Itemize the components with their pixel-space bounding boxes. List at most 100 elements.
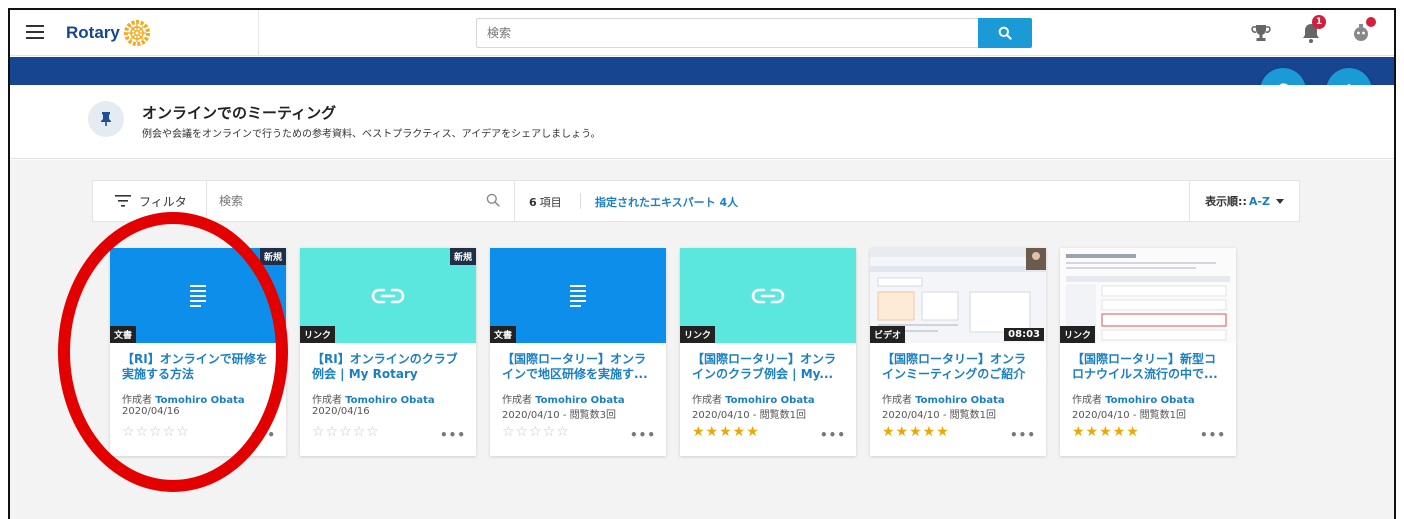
divider — [580, 193, 581, 209]
card-thumbnail[interactable]: ビデオ 08:03 — [870, 248, 1046, 343]
card-date: 2020/04/10 - 閲覧数1回 — [882, 410, 996, 421]
star-rating[interactable]: ★★★★★ — [1072, 424, 1140, 440]
video-duration: 08:03 — [1004, 328, 1044, 341]
status-dot — [1366, 17, 1376, 27]
card-date: 2020/04/10 - 閲覧数1回 — [1072, 410, 1186, 421]
experts-link[interactable]: 指定されたエキスパート 4人 — [595, 194, 738, 210]
more-options-icon[interactable]: ••• — [1200, 428, 1226, 442]
search-button[interactable] — [978, 18, 1032, 48]
card-date: 2020/04/16 — [122, 406, 180, 417]
group-title: オンラインでのミーティング — [142, 104, 337, 122]
document-icon — [190, 284, 206, 307]
filter-bar: フィルタ 6項目 指定されたエキスパート 4人 表示順:: A-Z — [92, 180, 1300, 222]
author-prefix: 作成者 — [502, 395, 532, 406]
type-tag: ビデオ — [870, 326, 906, 343]
card-author: 作成者 Tomohiro Obata — [882, 391, 1005, 406]
group-description: 例会や会議をオンラインで行うための参考資料、ベストプラクティス、アイデアをシェア… — [142, 129, 601, 140]
resource-card[interactable]: リンク 【国際ロータリー】新型コロナウイルス流行の中で... 作成者 Tomoh… — [1060, 248, 1236, 456]
group-banner — [10, 57, 1394, 85]
notification-badge: 1 — [1312, 15, 1326, 29]
star-rating[interactable]: ★★★★★ — [882, 424, 950, 440]
search-icon[interactable] — [486, 193, 500, 207]
filter-button[interactable]: フィルタ — [93, 181, 207, 221]
card-title[interactable]: 【国際ロータリー】オンラインミーティングのご紹介 — [882, 352, 1036, 382]
rotary-wheel-icon — [123, 20, 150, 46]
card-thumbnail[interactable]: 文書 — [490, 248, 666, 343]
card-date: 2020/04/10 - 閲覧数1回 — [692, 410, 806, 421]
author-prefix: 作成者 — [312, 395, 342, 406]
filter-label: フィルタ — [139, 194, 187, 209]
card-thumbnail[interactable]: リンク — [1060, 248, 1236, 343]
resource-card[interactable]: リンク 新規 【RI】オンラインのクラブ例会 | My Rotary 作成者 T… — [300, 248, 476, 456]
hamburger-menu-icon[interactable] — [24, 22, 46, 44]
card-author: 作成者 Tomohiro Obata — [502, 391, 625, 406]
new-tag: 新規 — [449, 248, 476, 265]
card-title[interactable]: 【国際ロータリー】オンラインのクラブ例会 | My... — [692, 352, 846, 382]
card-thumbnail[interactable]: リンク — [680, 248, 856, 343]
card-title[interactable]: 【RI】オンラインのクラブ例会 | My Rotary — [312, 352, 466, 382]
link-icon — [751, 288, 785, 303]
app-frame: Rotary 1 — [8, 8, 1396, 519]
top-right-icons: 1 — [1248, 15, 1376, 46]
global-search-box[interactable] — [476, 18, 978, 48]
star-rating[interactable]: ★★★★★ — [692, 424, 760, 440]
logo-text: Rotary — [66, 23, 120, 42]
author-name[interactable]: Tomohiro Obata — [345, 395, 434, 406]
author-name[interactable]: Tomohiro Obata — [155, 395, 244, 406]
item-count-number: 6 — [529, 196, 537, 209]
author-name[interactable]: Tomohiro Obata — [535, 395, 624, 406]
author-name[interactable]: Tomohiro Obata — [1105, 395, 1194, 406]
link-icon — [371, 288, 405, 303]
document-icon — [570, 284, 586, 307]
top-bar: Rotary 1 — [10, 10, 1394, 56]
more-options-icon[interactable]: ••• — [820, 428, 846, 442]
type-tag: 文書 — [110, 326, 137, 343]
star-rating[interactable]: ☆☆☆☆☆ — [312, 424, 380, 440]
author-prefix: 作成者 — [882, 395, 912, 406]
resource-card[interactable]: 文書 【国際ロータリー】オンラインで地区研修を実施す... 作成者 Tomohi… — [490, 248, 666, 456]
resource-card[interactable]: 文書 新規 【RI】オンラインで研修を実施する方法 作成者 Tomohiro O… — [110, 248, 286, 456]
card-date: 2020/04/16 — [312, 406, 370, 417]
filter-search-input[interactable] — [207, 181, 467, 221]
more-options-icon[interactable]: ••• — [250, 428, 276, 442]
star-rating[interactable]: ☆☆☆☆☆ — [122, 424, 190, 440]
more-options-icon[interactable]: ••• — [630, 428, 656, 442]
more-options-icon[interactable]: ••• — [440, 428, 466, 442]
item-count-unit: 項目 — [539, 196, 562, 209]
filter-search-box[interactable] — [207, 181, 515, 221]
user-avatar-icon[interactable] — [1348, 17, 1376, 46]
card-thumbnail[interactable]: 文書 新規 — [110, 248, 286, 343]
filter-icon — [115, 195, 131, 207]
new-tag: 新規 — [259, 248, 286, 265]
sort-dropdown[interactable]: 表示順:: A-Z — [1189, 181, 1299, 221]
sort-value: A-Z — [1248, 194, 1270, 208]
card-author: 作成者 Tomohiro Obata — [1072, 391, 1195, 406]
card-author: 作成者 Tomohiro Obata — [692, 391, 815, 406]
resource-card[interactable]: ビデオ 08:03 【国際ロータリー】オンラインミーティングのご紹介 作成者 T… — [870, 248, 1046, 456]
search-icon — [998, 26, 1012, 40]
card-title[interactable]: 【国際ロータリー】オンラインで地区研修を実施す... — [502, 352, 656, 382]
author-name[interactable]: Tomohiro Obata — [725, 395, 814, 406]
type-tag: リンク — [1060, 326, 1096, 343]
more-options-icon[interactable]: ••• — [1010, 428, 1036, 442]
card-author: 作成者 Tomohiro Obata — [312, 391, 435, 406]
content-area: フィルタ 6項目 指定されたエキスパート 4人 表示順:: A-Z 文書 新規 … — [10, 160, 1394, 519]
resource-card[interactable]: リンク 【国際ロータリー】オンラインのクラブ例会 | My... 作成者 Tom… — [680, 248, 856, 456]
type-tag: リンク — [300, 326, 336, 343]
author-prefix: 作成者 — [122, 395, 152, 406]
star-rating[interactable]: ☆☆☆☆☆ — [502, 424, 570, 440]
global-search-input[interactable] — [477, 19, 978, 47]
trophy-icon[interactable] — [1248, 20, 1274, 46]
author-name[interactable]: Tomohiro Obata — [915, 395, 1004, 406]
rotary-logo[interactable]: Rotary — [66, 20, 150, 46]
notification-bell-icon[interactable]: 1 — [1298, 15, 1326, 46]
card-title[interactable]: 【RI】オンラインで研修を実施する方法 — [122, 352, 276, 382]
type-tag: リンク — [680, 326, 716, 343]
card-title[interactable]: 【国際ロータリー】新型コロナウイルス流行の中で... — [1072, 352, 1226, 382]
author-prefix: 作成者 — [692, 395, 722, 406]
divider — [258, 10, 259, 56]
card-thumbnail[interactable]: リンク 新規 — [300, 248, 476, 343]
card-author: 作成者 Tomohiro Obata — [122, 391, 245, 406]
type-tag: 文書 — [490, 326, 517, 343]
sort-label: 表示順:: — [1205, 195, 1247, 208]
